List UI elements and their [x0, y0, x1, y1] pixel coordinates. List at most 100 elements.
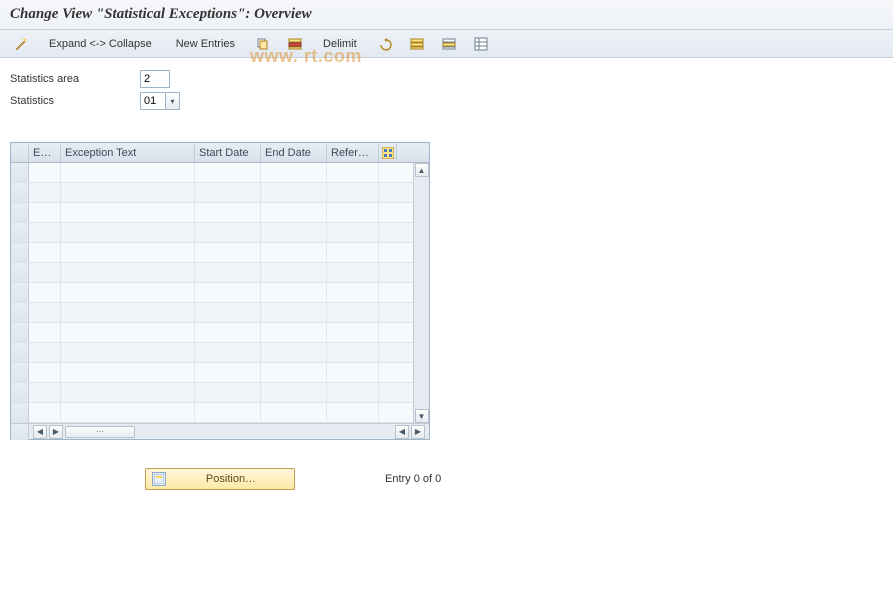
- cell-end-date[interactable]: [261, 223, 327, 243]
- cell-end-date[interactable]: [261, 263, 327, 283]
- hscroll-thumb[interactable]: ⋯: [65, 426, 135, 438]
- table-row[interactable]: [11, 323, 413, 343]
- row-selector[interactable]: [11, 343, 29, 362]
- row-selector[interactable]: [11, 383, 29, 402]
- cell-refer[interactable]: [327, 203, 379, 223]
- position-button[interactable]: Position…: [145, 468, 295, 490]
- stats-input[interactable]: [140, 92, 166, 110]
- vertical-scrollbar[interactable]: ▲ ▼: [413, 163, 429, 423]
- cell-end-date[interactable]: [261, 183, 327, 203]
- cell-end-date[interactable]: [261, 343, 327, 363]
- cell-start-date[interactable]: [195, 283, 261, 303]
- table-row[interactable]: [11, 363, 413, 383]
- scroll-left-button[interactable]: ◀: [33, 425, 47, 439]
- col-header-end-date[interactable]: End Date: [261, 143, 327, 163]
- undo-button[interactable]: [372, 34, 398, 54]
- cell-exception-text[interactable]: [61, 283, 195, 303]
- col-config-button[interactable]: [379, 143, 397, 163]
- col-header-refer[interactable]: Refer…: [327, 143, 379, 163]
- cell-exception-text[interactable]: [61, 163, 195, 183]
- row-selector[interactable]: [11, 403, 29, 422]
- cell-end-date[interactable]: [261, 283, 327, 303]
- cell-end-date[interactable]: [261, 243, 327, 263]
- scroll-down-button[interactable]: ▼: [415, 409, 429, 423]
- cell-exception-text[interactable]: [61, 203, 195, 223]
- scroll-right-button[interactable]: ▶: [411, 425, 425, 439]
- col-header-exception-text[interactable]: Exception Text: [61, 143, 195, 163]
- expand-collapse-button[interactable]: Expand <-> Collapse: [40, 34, 161, 54]
- wand-button[interactable]: [8, 34, 34, 54]
- cell-ex[interactable]: [29, 283, 61, 303]
- cell-refer[interactable]: [327, 163, 379, 183]
- table-row[interactable]: [11, 403, 413, 423]
- cell-exception-text[interactable]: [61, 383, 195, 403]
- cell-ex[interactable]: [29, 363, 61, 383]
- row-selector[interactable]: [11, 283, 29, 302]
- table-row[interactable]: [11, 303, 413, 323]
- cell-start-date[interactable]: [195, 163, 261, 183]
- cell-ex[interactable]: [29, 183, 61, 203]
- cell-exception-text[interactable]: [61, 343, 195, 363]
- table-row[interactable]: [11, 383, 413, 403]
- hscroll-track[interactable]: ◀ ▶ ⋯ ◀ ▶: [29, 425, 429, 439]
- cell-refer[interactable]: [327, 263, 379, 283]
- copy-button[interactable]: [250, 34, 276, 54]
- cell-ex[interactable]: [29, 343, 61, 363]
- row-selector[interactable]: [11, 243, 29, 262]
- table-row[interactable]: [11, 223, 413, 243]
- cell-exception-text[interactable]: [61, 243, 195, 263]
- cell-ex[interactable]: [29, 163, 61, 183]
- new-entries-button[interactable]: New Entries: [167, 34, 244, 54]
- cell-start-date[interactable]: [195, 183, 261, 203]
- cell-start-date[interactable]: [195, 303, 261, 323]
- cell-exception-text[interactable]: [61, 263, 195, 283]
- grid-corner[interactable]: [11, 143, 29, 162]
- cell-end-date[interactable]: [261, 203, 327, 223]
- table-row[interactable]: [11, 183, 413, 203]
- cell-refer[interactable]: [327, 363, 379, 383]
- cell-start-date[interactable]: [195, 203, 261, 223]
- row-selector[interactable]: [11, 203, 29, 222]
- row-selector[interactable]: [11, 263, 29, 282]
- cell-start-date[interactable]: [195, 323, 261, 343]
- row-selector[interactable]: [11, 303, 29, 322]
- cell-end-date[interactable]: [261, 403, 327, 423]
- deselect-all-button[interactable]: [436, 34, 462, 54]
- cell-refer[interactable]: [327, 243, 379, 263]
- cell-end-date[interactable]: [261, 323, 327, 343]
- table-row[interactable]: [11, 283, 413, 303]
- scroll-up-button[interactable]: ▲: [415, 163, 429, 177]
- cell-exception-text[interactable]: [61, 303, 195, 323]
- row-selector[interactable]: [11, 323, 29, 342]
- cell-start-date[interactable]: [195, 343, 261, 363]
- col-header-start-date[interactable]: Start Date: [195, 143, 261, 163]
- delimit-button[interactable]: Delimit: [314, 34, 366, 54]
- row-ops-button[interactable]: [282, 34, 308, 54]
- scroll-left-fast-button[interactable]: ▶: [49, 425, 63, 439]
- cell-ex[interactable]: [29, 303, 61, 323]
- cell-start-date[interactable]: [195, 403, 261, 423]
- cell-end-date[interactable]: [261, 163, 327, 183]
- cell-start-date[interactable]: [195, 223, 261, 243]
- cell-ex[interactable]: [29, 203, 61, 223]
- cell-refer[interactable]: [327, 283, 379, 303]
- row-selector[interactable]: [11, 163, 29, 182]
- cell-exception-text[interactable]: [61, 323, 195, 343]
- cell-ex[interactable]: [29, 263, 61, 283]
- cell-end-date[interactable]: [261, 383, 327, 403]
- cell-ex[interactable]: [29, 323, 61, 343]
- cell-ex[interactable]: [29, 383, 61, 403]
- cell-ex[interactable]: [29, 223, 61, 243]
- cell-refer[interactable]: [327, 383, 379, 403]
- cell-refer[interactable]: [327, 343, 379, 363]
- cell-exception-text[interactable]: [61, 183, 195, 203]
- select-all-button[interactable]: [404, 34, 430, 54]
- cell-exception-text[interactable]: [61, 363, 195, 383]
- col-header-ex[interactable]: Ex…: [29, 143, 61, 163]
- cell-start-date[interactable]: [195, 263, 261, 283]
- row-selector[interactable]: [11, 223, 29, 242]
- table-settings-button[interactable]: [468, 34, 494, 54]
- cell-ex[interactable]: [29, 403, 61, 423]
- cell-start-date[interactable]: [195, 243, 261, 263]
- cell-start-date[interactable]: [195, 383, 261, 403]
